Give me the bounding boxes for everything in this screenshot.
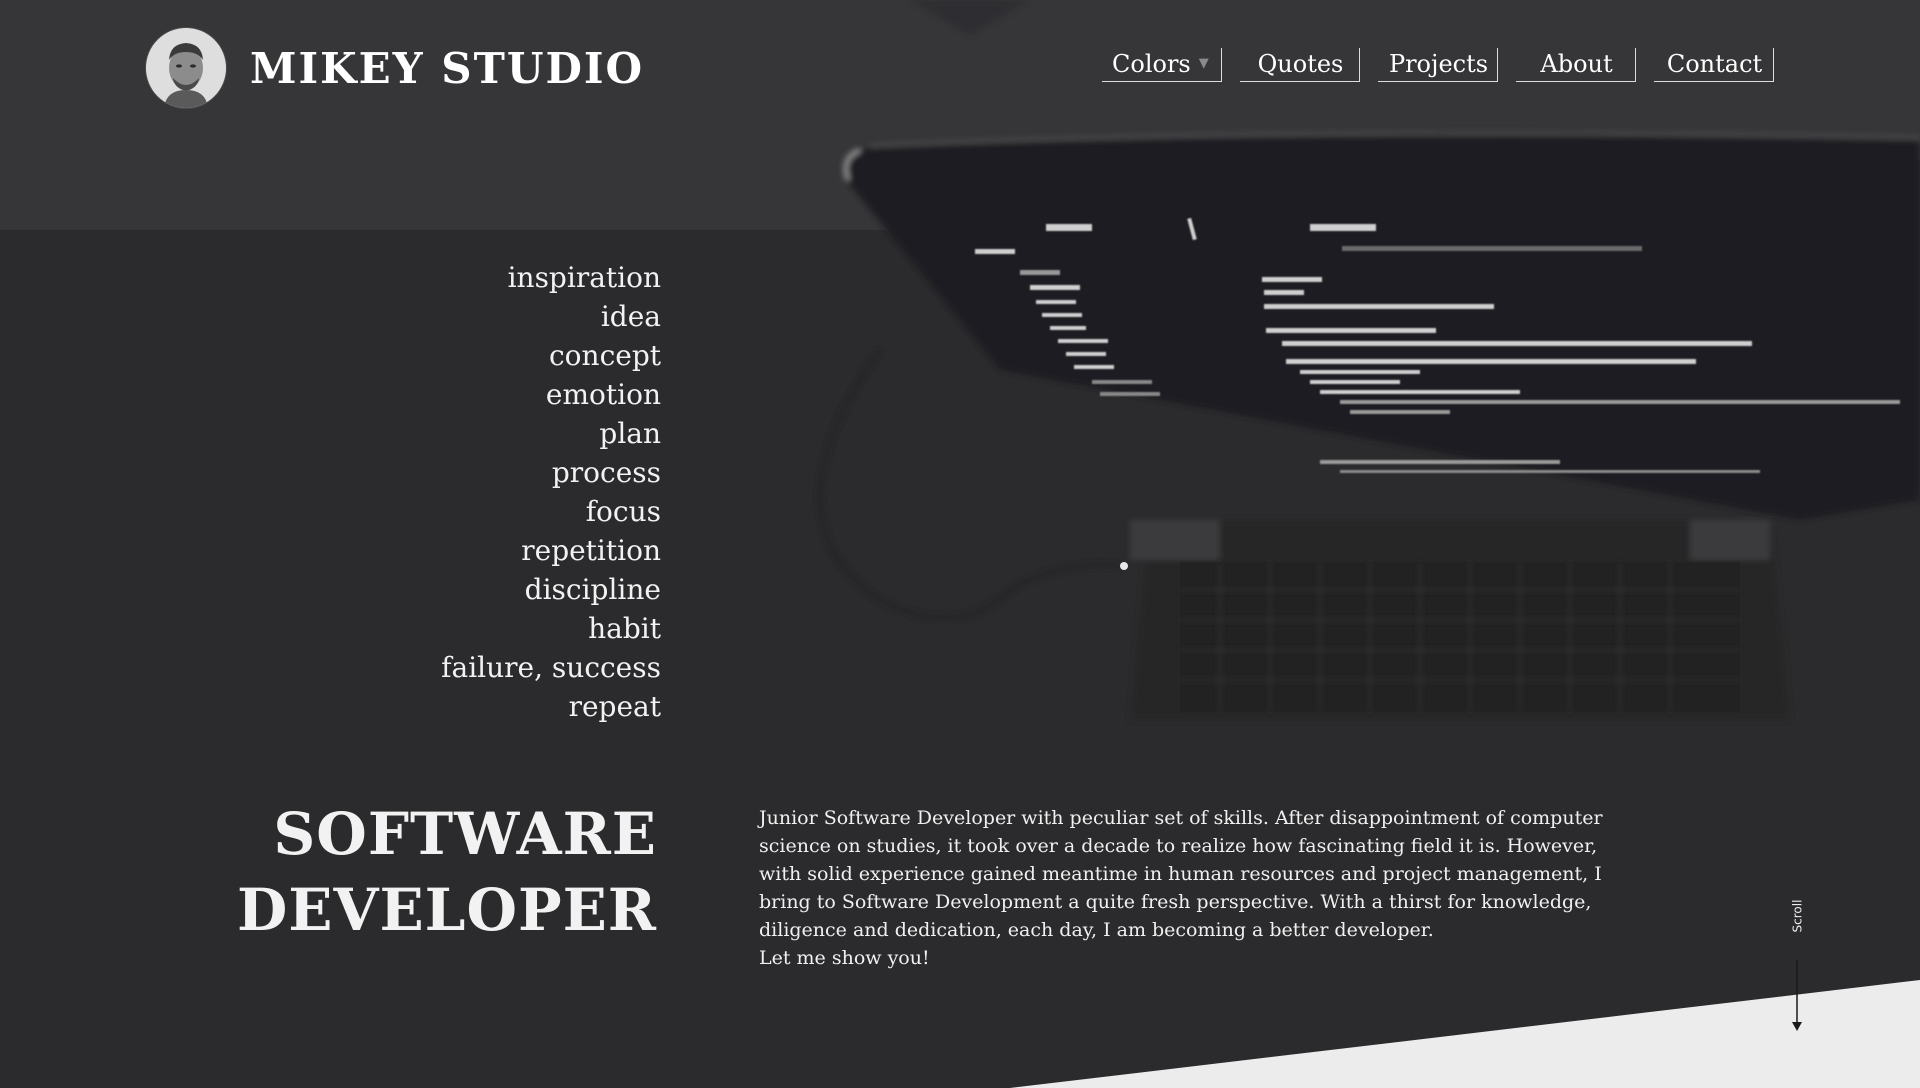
site-header: MIKEY STUDIO Colors ▼ Quotes Projects Ab… [0, 0, 1920, 136]
nav-contact[interactable]: Contact [1654, 48, 1774, 82]
caret-down-icon: ▼ [1198, 56, 1209, 71]
description-line: Let me show you! [759, 947, 930, 969]
nav-projects[interactable]: Projects [1378, 48, 1498, 82]
nav-quotes[interactable]: Quotes [1240, 48, 1360, 82]
avatar [146, 28, 226, 108]
scroll-indicator[interactable]: Scroll [1782, 896, 1812, 1036]
word-item: inspiration [507, 261, 661, 294]
word-item: habit [588, 612, 661, 645]
site-logo[interactable]: MIKEY STUDIO [146, 28, 644, 108]
word-item: discipline [524, 573, 661, 606]
word-item: focus [585, 495, 661, 528]
word-item: repetition [521, 534, 661, 567]
nav-colors-dropdown[interactable]: Colors ▼ [1102, 48, 1222, 82]
description-line: Junior Software Developer with peculiar … [759, 807, 1603, 829]
hero-title-line: DEVELOPER [236, 876, 657, 944]
main-nav: Colors ▼ Quotes Projects About Contact [1102, 48, 1774, 82]
nav-about[interactable]: About [1516, 48, 1636, 82]
description-line: science on studies, it took over a decad… [759, 835, 1598, 857]
hero-title-line: SOFTWARE [273, 800, 657, 868]
process-word-list: inspiration idea concept emotion plan pr… [441, 258, 661, 726]
word-item: failure, success [441, 651, 661, 684]
description-line: bring to Software Development a quite fr… [759, 891, 1592, 913]
description-line: with solid experience gained meantime in… [759, 863, 1602, 885]
word-item: emotion [545, 378, 661, 411]
word-item: plan [599, 417, 661, 450]
arrow-down-icon [1792, 960, 1802, 1031]
word-item: repeat [568, 690, 661, 723]
nav-colors-label: Colors [1112, 49, 1191, 78]
word-item: concept [549, 339, 661, 372]
description-line: diligence and dedication, each day, I am… [759, 919, 1434, 941]
scroll-label-text: Scroll [1790, 899, 1804, 933]
hero-title: SOFTWARE DEVELOPER [237, 796, 657, 948]
brand-name: MIKEY STUDIO [250, 43, 645, 93]
word-item: idea [600, 300, 661, 333]
hero-description: Junior Software Developer with peculiar … [759, 804, 1659, 972]
scroll-label: Scroll [1782, 896, 1812, 936]
word-item: process [551, 456, 661, 489]
